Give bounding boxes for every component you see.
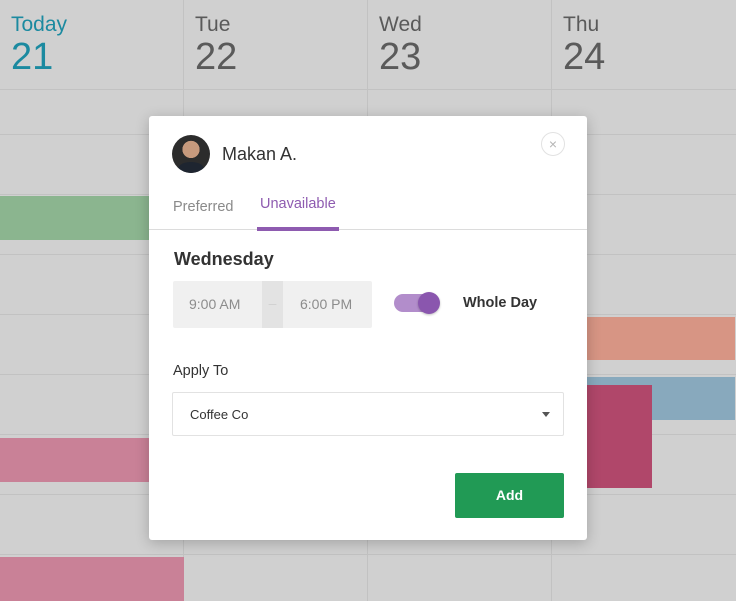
add-button[interactable]: Add <box>455 473 564 518</box>
whole-day-label: Whole Day <box>463 295 538 311</box>
shift-block[interactable] <box>587 385 652 488</box>
tab-preferred[interactable]: Preferred <box>173 199 233 232</box>
shift-block[interactable] <box>0 557 184 601</box>
close-icon[interactable]: × <box>541 132 565 156</box>
day-number: 22 <box>195 36 238 78</box>
availability-dialog: Makan A. × Preferred Unavailable Wednesd… <box>149 116 587 540</box>
shift-block[interactable] <box>587 317 735 360</box>
end-time-field[interactable]: 6:00 PM <box>300 281 352 328</box>
day-header: Wed 23 <box>368 0 551 90</box>
day-number: 21 <box>11 36 54 78</box>
time-range: 9:00 AM – 6:00 PM <box>173 281 372 328</box>
day-name: Tue <box>195 13 231 36</box>
user-avatar <box>172 135 210 173</box>
day-title: Wednesday <box>174 249 274 269</box>
time-separator: – <box>262 281 283 328</box>
tab-unavailable[interactable]: Unavailable <box>257 196 339 231</box>
day-number: 24 <box>563 36 606 78</box>
availability-tabs: Preferred Unavailable <box>149 191 587 232</box>
apply-to-select[interactable]: Coffee Co <box>172 392 564 436</box>
day-header: Thu 24 <box>552 0 736 90</box>
user-name: Makan A. <box>222 144 298 164</box>
day-number: 23 <box>379 36 422 78</box>
start-time-field[interactable]: 9:00 AM <box>189 281 240 328</box>
toggle-knob <box>418 292 440 314</box>
day-name: Thu <box>563 13 600 36</box>
day-name: Wed <box>379 13 422 36</box>
day-header: Tue 22 <box>184 0 367 90</box>
day-name: Today <box>11 13 68 36</box>
day-header: Today 21 <box>0 0 183 90</box>
whole-day-toggle[interactable] <box>394 292 440 314</box>
apply-to-value: Coffee Co <box>190 407 249 422</box>
apply-to-label: Apply To <box>173 363 229 379</box>
chevron-down-icon <box>542 412 550 417</box>
